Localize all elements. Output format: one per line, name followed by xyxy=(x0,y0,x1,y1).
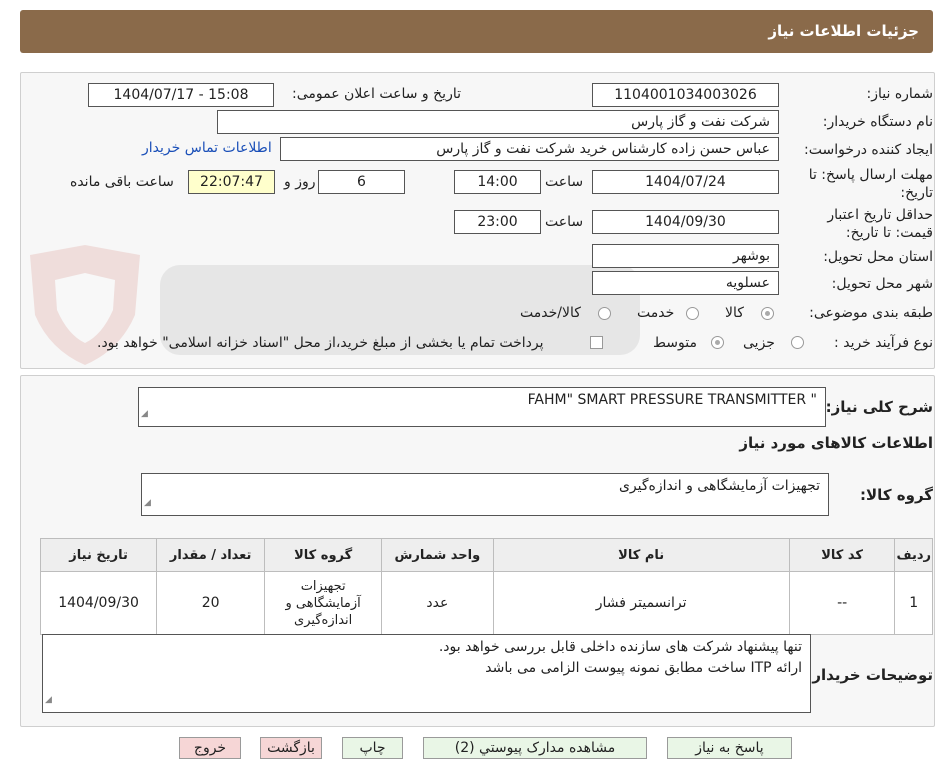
col-header-name: نام کالا xyxy=(492,538,790,572)
cell-code: -- xyxy=(788,571,896,635)
deadline-time-field: 14:00 xyxy=(454,170,541,194)
summary-label: شرح کلی نیاز: xyxy=(825,398,933,416)
category-radio-service[interactable] xyxy=(686,307,699,320)
buyer-notes-line-1: تنها پیشنهاد شرکت های سازنده داخلی قابل … xyxy=(438,639,802,655)
creator-field: عباس حسن زاده کارشناس خرید شرکت نفت و گا… xyxy=(280,137,779,161)
validity-time-label: ساعت xyxy=(545,214,584,230)
city-label: شهر محل تحویل: xyxy=(831,276,933,292)
validity-time-field: 23:00 xyxy=(454,210,541,234)
process-option-minor: جزیی xyxy=(743,335,775,351)
buyer-notes-textarea: تنها پیشنهاد شرکت های سازنده داخلی قابل … xyxy=(42,634,811,713)
col-header-row-no: ردیف xyxy=(894,538,933,572)
buyer-notes-label: توضیحات خریدار: xyxy=(806,666,933,684)
days-remaining-field: 6 xyxy=(318,170,405,194)
need-number-field: 1104001034003026 xyxy=(592,83,779,107)
announce-datetime-field: 1404/07/17 - 15:08 xyxy=(88,83,274,107)
col-header-code: کد کالا xyxy=(788,538,896,572)
province-field: بوشهر xyxy=(592,244,779,268)
process-radio-minor[interactable] xyxy=(791,336,804,349)
buyer-field: شرکت نفت و گاز پارس xyxy=(217,110,779,134)
announce-label: تاریخ و ساعت اعلان عمومی: xyxy=(292,86,461,102)
col-header-group: گروه کالا xyxy=(264,538,383,572)
city-field: عسلویه xyxy=(592,271,779,295)
resize-grip-icon: ◢ xyxy=(45,695,52,705)
category-label: طبقه بندی موضوعی: xyxy=(809,305,933,321)
col-header-date: تاریخ نیاز xyxy=(39,538,158,572)
category-radio-goods-service[interactable] xyxy=(598,307,611,320)
remaining-time-field: 22:07:47 xyxy=(188,170,275,194)
creator-label: ایجاد کننده درخواست: xyxy=(804,142,933,158)
validity-date-field: 1404/09/30 xyxy=(592,210,779,234)
buyer-contact-link[interactable]: اطلاعات تماس خریدار xyxy=(142,140,272,156)
table-header-row: ردیف کد کالا نام کالا واحد شمارش گروه کا… xyxy=(39,538,933,572)
category-radio-goods[interactable] xyxy=(761,307,774,320)
treasury-payment-checkbox[interactable] xyxy=(590,336,603,349)
cell-row-no: 1 xyxy=(894,571,933,635)
category-option-goods-service: کالا/خدمت xyxy=(520,305,581,321)
cell-date: 1404/09/30 xyxy=(39,571,158,635)
col-header-unit: واحد شمارش xyxy=(381,538,494,572)
deadline-time-label: ساعت xyxy=(545,174,584,190)
goods-group-textarea: تجهیزات آزمایشگاهی و اندازه‌گیری ◢ xyxy=(141,473,829,516)
cell-group: تجهیزات آزمایشگاهی و اندازه‌گیری xyxy=(264,571,383,635)
page-header: جزئیات اطلاعات نیاز xyxy=(20,10,933,53)
view-attachments-button[interactable]: مشاهده مدارک پیوستي (2) xyxy=(423,737,647,759)
resize-grip-icon: ◢ xyxy=(141,409,148,419)
summary-textarea: FAHM" SMART PRESSURE TRANSMITTER " ◢ xyxy=(138,387,826,427)
process-label: نوع فرآیند خرید : xyxy=(834,335,933,351)
need-number-label: شماره نیاز: xyxy=(866,86,934,102)
remaining-label: ساعت باقی مانده xyxy=(70,174,174,190)
page-title: جزئیات اطلاعات نیاز xyxy=(768,22,919,40)
province-label: استان محل تحویل: xyxy=(823,249,933,265)
category-option-service: خدمت xyxy=(637,305,675,321)
resize-grip-icon: ◢ xyxy=(144,498,151,508)
treasury-payment-note: پرداخت تمام یا بخشی از مبلغ خرید،از محل … xyxy=(97,335,544,351)
goods-group-text: تجهیزات آزمایشگاهی و اندازه‌گیری xyxy=(618,478,820,494)
reply-button[interactable]: پاسخ به نیاز xyxy=(667,737,792,759)
deadline-label: مهلت ارسال پاسخ: تا تاریخ: xyxy=(808,167,933,201)
items-table: ردیف کد کالا نام کالا واحد شمارش گروه کا… xyxy=(39,538,933,635)
cell-unit: عدد xyxy=(381,571,494,635)
buyer-notes-line-2: ارائه ITP ساخت مطابق نمونه پیوست الزامی … xyxy=(485,660,802,676)
cell-quantity: 20 xyxy=(156,571,266,635)
goods-info-title: اطلاعات کالاهای مورد نیاز xyxy=(739,434,933,452)
table-row: 1 -- ترانسمیتر فشار عدد تجهیزات آزمایشگا… xyxy=(39,571,933,635)
deadline-date-field: 1404/07/24 xyxy=(592,170,779,194)
back-button[interactable]: بازگشت xyxy=(260,737,322,759)
category-option-goods: کالا xyxy=(725,305,744,321)
print-button[interactable]: چاپ xyxy=(342,737,403,759)
process-radio-medium[interactable] xyxy=(711,336,724,349)
goods-group-label: گروه کالا: xyxy=(860,486,933,504)
summary-text: FAHM" SMART PRESSURE TRANSMITTER " xyxy=(527,392,817,408)
process-option-medium: متوسط xyxy=(653,335,697,351)
exit-button[interactable]: خروج xyxy=(179,737,241,759)
col-header-quantity: تعداد / مقدار xyxy=(156,538,266,572)
validity-label: حداقل تاریخ اعتبار قیمت: تا تاریخ: xyxy=(827,207,933,241)
buyer-label: نام دستگاه خریدار: xyxy=(822,114,933,130)
days-label: روز و xyxy=(284,174,316,190)
cell-name: ترانسمیتر فشار xyxy=(492,571,790,635)
